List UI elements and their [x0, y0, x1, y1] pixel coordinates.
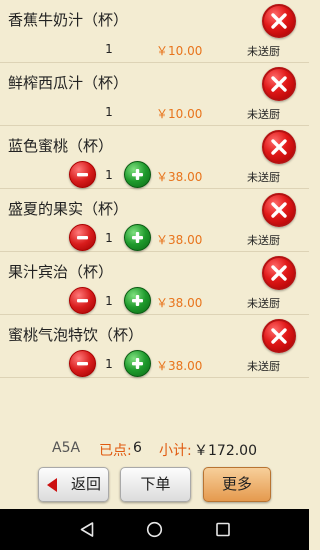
item-status: 未送厨: [247, 360, 280, 373]
item-price: ￥38.00: [156, 296, 203, 310]
back-button-label: 返回: [71, 475, 102, 493]
ordered-count: 6: [133, 440, 142, 456]
subtotal-label: 小计:: [159, 443, 192, 459]
increase-quantity-button[interactable]: [124, 224, 151, 251]
delete-item-button[interactable]: [262, 319, 296, 353]
item-price: ￥10.00: [156, 44, 203, 58]
order-item: 果汁宾治（杯） 1 ￥38.00 未送厨: [0, 252, 309, 315]
item-price: ￥38.00: [156, 359, 203, 373]
increase-quantity-button[interactable]: [124, 350, 151, 377]
order-item: 蜜桃气泡特饮（杯） 1 ￥38.00 未送厨: [0, 315, 309, 378]
close-x-icon: [271, 202, 287, 218]
item-quantity: 1: [105, 168, 113, 182]
table-number: A5A: [52, 440, 81, 456]
circle-home-icon[interactable]: [146, 521, 163, 538]
close-x-icon: [271, 265, 287, 281]
order-item: 香蕉牛奶汁（杯） 1 ￥10.00 未送厨: [0, 0, 309, 63]
more-button[interactable]: 更多: [203, 467, 271, 502]
minus-icon: [77, 236, 88, 240]
item-name: 盛夏的果实（杯）: [8, 200, 129, 218]
item-quantity: 1: [105, 105, 113, 119]
item-quantity: 1: [105, 294, 113, 308]
delete-item-button[interactable]: [262, 256, 296, 290]
item-quantity: 1: [105, 231, 113, 245]
order-item: 蓝色蜜桃（杯） 1 ￥38.00 未送厨: [0, 126, 309, 189]
decrease-quantity-button[interactable]: [69, 350, 96, 377]
order-summary: A5A 已点: 6 小计: ￥172.00: [0, 440, 309, 460]
item-price: ￥38.00: [156, 233, 203, 247]
minus-icon: [77, 362, 88, 366]
subtotal-value: ￥172.00: [194, 443, 257, 459]
close-x-icon: [271, 139, 287, 155]
item-name: 果汁宾治（杯）: [8, 263, 114, 281]
item-price: ￥38.00: [156, 170, 203, 184]
item-status: 未送厨: [247, 297, 280, 310]
item-price: ￥10.00: [156, 107, 203, 121]
decrease-quantity-button[interactable]: [69, 287, 96, 314]
close-x-icon: [271, 76, 287, 92]
plus-icon: [132, 358, 143, 369]
delete-item-button[interactable]: [262, 4, 296, 38]
delete-item-button[interactable]: [262, 67, 296, 101]
square-recent-icon[interactable]: [215, 521, 231, 538]
item-status: 未送厨: [247, 171, 280, 184]
place-order-label: 下单: [140, 475, 171, 493]
delete-item-button[interactable]: [262, 130, 296, 164]
order-item: 鲜榨西瓜汁（杯） 1 ￥10.00 未送厨: [0, 63, 309, 126]
back-button[interactable]: 返回: [38, 467, 109, 502]
decrease-quantity-button[interactable]: [69, 224, 96, 251]
item-quantity: 1: [105, 42, 113, 56]
item-status: 未送厨: [247, 234, 280, 247]
minus-icon: [77, 299, 88, 303]
increase-quantity-button[interactable]: [124, 161, 151, 188]
decrease-quantity-button[interactable]: [69, 161, 96, 188]
close-x-icon: [271, 13, 287, 29]
item-quantity: 1: [105, 357, 113, 371]
item-name: 香蕉牛奶汁（杯）: [8, 11, 129, 29]
more-button-label: 更多: [221, 475, 252, 493]
item-name: 蜜桃气泡特饮（杯）: [8, 326, 144, 344]
left-arrow-icon: [47, 478, 57, 492]
system-navigation-bar: [0, 509, 309, 550]
minus-icon: [77, 173, 88, 177]
delete-item-button[interactable]: [262, 193, 296, 227]
item-name: 蓝色蜜桃（杯）: [8, 137, 114, 155]
item-status: 未送厨: [247, 45, 280, 58]
plus-icon: [132, 295, 143, 306]
order-item-list: 香蕉牛奶汁（杯） 1 ￥10.00 未送厨 鲜榨西瓜汁（杯） 1 ￥10.00 …: [0, 0, 309, 378]
order-item: 盛夏的果实（杯） 1 ￥38.00 未送厨: [0, 189, 309, 252]
item-status: 未送厨: [247, 108, 280, 121]
plus-icon: [132, 232, 143, 243]
plus-icon: [132, 169, 143, 180]
close-x-icon: [271, 328, 287, 344]
item-name: 鲜榨西瓜汁（杯）: [8, 74, 129, 92]
place-order-button[interactable]: 下单: [120, 467, 191, 502]
triangle-back-icon[interactable]: [79, 521, 95, 538]
ordered-count-label: 已点:: [99, 443, 132, 459]
increase-quantity-button[interactable]: [124, 287, 151, 314]
